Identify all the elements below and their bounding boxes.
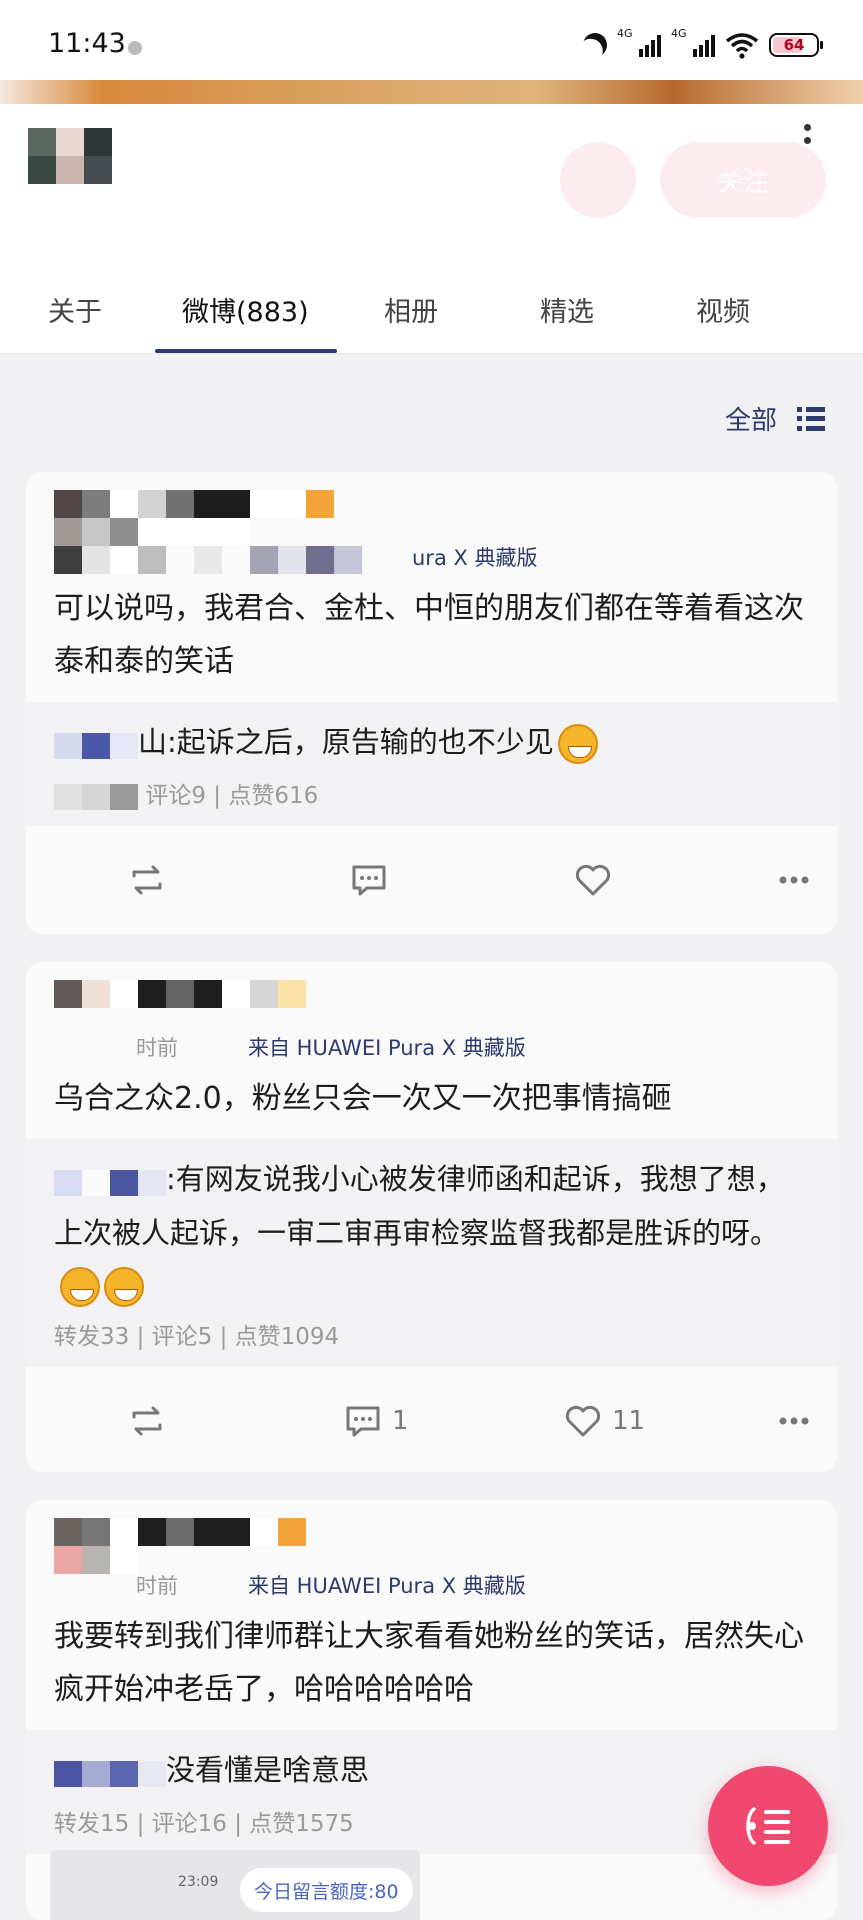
post-actions: 1 11	[26, 1367, 837, 1472]
like-button[interactable]	[574, 860, 612, 900]
heart-icon	[575, 864, 611, 896]
do-not-disturb-icon	[580, 30, 611, 61]
profile-header: 关注 关于 微博(883) 相册 精选 视频	[0, 104, 863, 354]
status-icons: 4G 4G 64	[580, 27, 823, 61]
author-name-blurred	[54, 546, 390, 574]
quote-text: 没看懂是啥意思	[54, 1744, 809, 1798]
quote-text: 山:起诉之后，原告输的也不少见	[54, 716, 809, 770]
follow-button[interactable]: 关注	[660, 142, 826, 218]
status-bar: 11:43 4G 4G 64	[0, 0, 863, 80]
author-avatar[interactable]	[54, 1518, 390, 1574]
profile-tabs: 关于 微博(883) 相册 精选 视频	[0, 274, 863, 354]
quote-stats: 评论9 | 点赞616	[54, 776, 809, 810]
author-avatar[interactable]	[54, 490, 390, 546]
post-actions	[26, 826, 837, 934]
repost-button[interactable]	[128, 1401, 166, 1441]
post-header: ura X 典藏版	[26, 472, 837, 582]
quote-stats: 转发15 | 评论16 | 点赞1575	[54, 1811, 354, 1837]
quote-stats: 转发33 | 评论5 | 点赞1094	[54, 1324, 340, 1350]
profile-cover-strip	[0, 80, 863, 104]
grinning-emoji-icon	[60, 1267, 100, 1307]
message-button[interactable]	[560, 142, 636, 218]
like-button[interactable]: 11	[564, 1401, 645, 1441]
signal-label-2: 4G	[671, 27, 687, 40]
post-source: 来自 HUAWEI Pura X 典藏版	[248, 1574, 526, 1598]
post-card[interactable]: ura X 典藏版 可以说吗，我君合、金杜、中恒的朋友们都在等着看这次泰和泰的笑…	[26, 472, 837, 934]
quote-author-blurred	[54, 1746, 166, 1798]
laughing-tears-emoji-icon	[557, 724, 598, 764]
post-source: 来自 HUAWEI Pura X 典藏版	[248, 1036, 526, 1060]
repost-button[interactable]	[128, 860, 166, 900]
post-source: ura X 典藏版	[412, 546, 538, 570]
list-view-icon[interactable]	[797, 406, 825, 431]
list-menu-icon	[746, 1807, 790, 1845]
repost-icon	[132, 1406, 162, 1436]
comment-icon	[346, 1406, 380, 1437]
quote-author-blurred	[54, 1155, 166, 1207]
post-time: 时前	[136, 1574, 178, 1598]
floating-menu-button[interactable]	[708, 1766, 828, 1886]
post-content[interactable]: 可以说吗，我君合、金杜、中恒的朋友们都在等着看这次泰和泰的笑话	[26, 582, 837, 702]
post-content[interactable]: 乌合之众2.0，粉丝只会一次又一次把事情搞砸	[26, 1072, 837, 1139]
wifi-icon	[725, 33, 759, 59]
signal-label-1: 4G	[617, 27, 633, 40]
post-header: 时前 来自 HUAWEI Pura X 典藏版	[26, 1500, 837, 1610]
repost-quote[interactable]: :有网友说我小心被发律师函和起诉，我想了想，上次被人起诉，一审二审再审检察监督我…	[26, 1139, 837, 1367]
status-time: 11:43	[48, 28, 126, 59]
blurred-stat	[54, 783, 138, 810]
filter-dropdown[interactable]: 全部	[725, 400, 777, 437]
repost-icon	[132, 865, 162, 895]
battery-level: 64	[783, 36, 805, 54]
tab-weibo[interactable]: 微博(883)	[182, 290, 309, 329]
tab-about[interactable]: 关于	[48, 290, 102, 329]
post-time: 时前	[136, 1036, 178, 1060]
heart-icon	[565, 1405, 601, 1437]
beaming-emoji-icon	[104, 1267, 144, 1307]
embedded-time: 23:09	[178, 1874, 219, 1890]
ellipsis-icon	[779, 876, 809, 884]
tab-album[interactable]: 相册	[384, 290, 438, 329]
author-avatar[interactable]	[54, 980, 390, 1008]
quote-author-blurred	[54, 718, 138, 770]
battery-icon: 64	[769, 33, 823, 57]
post-content[interactable]: 我要转到我们律师群让大家看看她粉丝的笑话，居然失心疯开始冲老岳了，哈哈哈哈哈哈	[26, 1610, 837, 1730]
comment-icon	[352, 865, 386, 896]
avatar[interactable]	[28, 128, 112, 184]
post-header: 时前 来自 HUAWEI Pura X 典藏版	[26, 962, 837, 1072]
comment-count: 1	[392, 1406, 409, 1436]
comment-button[interactable]: 1	[344, 1401, 409, 1441]
signal-icon-1: 4G	[617, 27, 661, 59]
notification-icon	[128, 41, 142, 55]
quote-text: :有网友说我小心被发律师函和起诉，我想了想，上次被人起诉，一审二审再审检察监督我…	[54, 1153, 809, 1311]
more-actions-button[interactable]	[778, 860, 810, 900]
tab-featured[interactable]: 精选	[540, 290, 594, 329]
comment-button[interactable]	[350, 860, 388, 900]
active-tab-indicator	[155, 349, 337, 353]
more-actions-button[interactable]	[778, 1401, 810, 1441]
comment-quota-badge: 今日留言额度:80	[240, 1868, 413, 1912]
repost-quote[interactable]: 山:起诉之后，原告输的也不少见 评论9 | 点赞616	[26, 702, 837, 826]
signal-icon-2: 4G	[671, 27, 715, 59]
tab-video[interactable]: 视频	[696, 290, 750, 329]
post-card[interactable]: 时前 来自 HUAWEI Pura X 典藏版 乌合之众2.0，粉丝只会一次又一…	[26, 962, 837, 1472]
ellipsis-icon	[779, 1417, 809, 1425]
like-count: 11	[612, 1406, 646, 1436]
filter-bar: 全部	[725, 400, 825, 437]
